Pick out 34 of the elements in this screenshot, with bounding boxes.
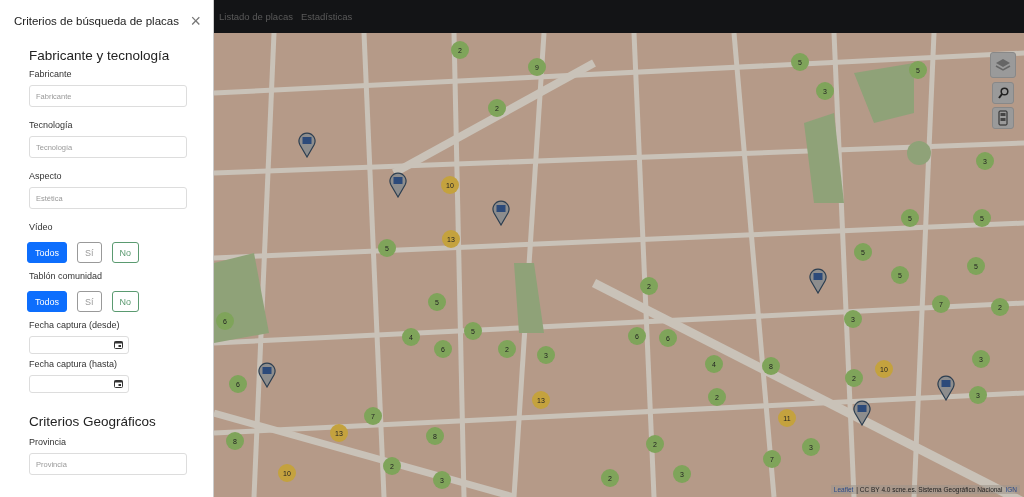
date-field[interactable] [29, 375, 129, 393]
map-pin-icon[interactable] [258, 362, 276, 388]
calendar-icon[interactable] [114, 380, 123, 388]
map-pin-icon[interactable] [937, 375, 955, 401]
map-pin-icon[interactable] [809, 268, 827, 294]
field-label: Tablón comunidad [29, 271, 104, 282]
field-label: Provincia [29, 437, 67, 448]
close-button[interactable]: × [190, 12, 201, 30]
field-label: Tecnología [29, 120, 74, 131]
section-heading: Fabricante y tecnología [29, 48, 171, 63]
filter-option-button[interactable]: Todos [27, 291, 68, 312]
device-button[interactable] [992, 107, 1014, 129]
panel-title: Criterios de búsqueda de placas [14, 15, 179, 27]
field-label: Vídeo [29, 222, 54, 233]
filter-option-button[interactable]: Sí [77, 242, 102, 263]
section-heading: Criterios Geográficos [29, 414, 157, 429]
filter-option-button[interactable]: Todos [27, 242, 68, 263]
map-pin-icon[interactable] [298, 132, 316, 158]
map-pin-icon[interactable] [853, 400, 871, 426]
map-pin-icon[interactable] [389, 172, 407, 198]
layers-icon [995, 58, 1011, 72]
calendar-icon[interactable] [114, 341, 123, 349]
filter-option-button[interactable]: No [111, 242, 140, 263]
filter-option-button[interactable]: Sí [77, 291, 102, 312]
device-icon [998, 110, 1008, 126]
map-pin-icon[interactable] [492, 200, 510, 226]
field-label: Fecha captura (hasta) [29, 359, 119, 370]
field-label: Fecha captura (desde) [29, 320, 121, 331]
date-field[interactable] [29, 336, 129, 354]
field-label: Aspecto [29, 171, 63, 182]
field-label: Fabricante [29, 69, 73, 80]
search-button[interactable] [992, 82, 1014, 104]
filter-option-button[interactable]: No [111, 291, 140, 312]
search-icon [997, 87, 1009, 99]
